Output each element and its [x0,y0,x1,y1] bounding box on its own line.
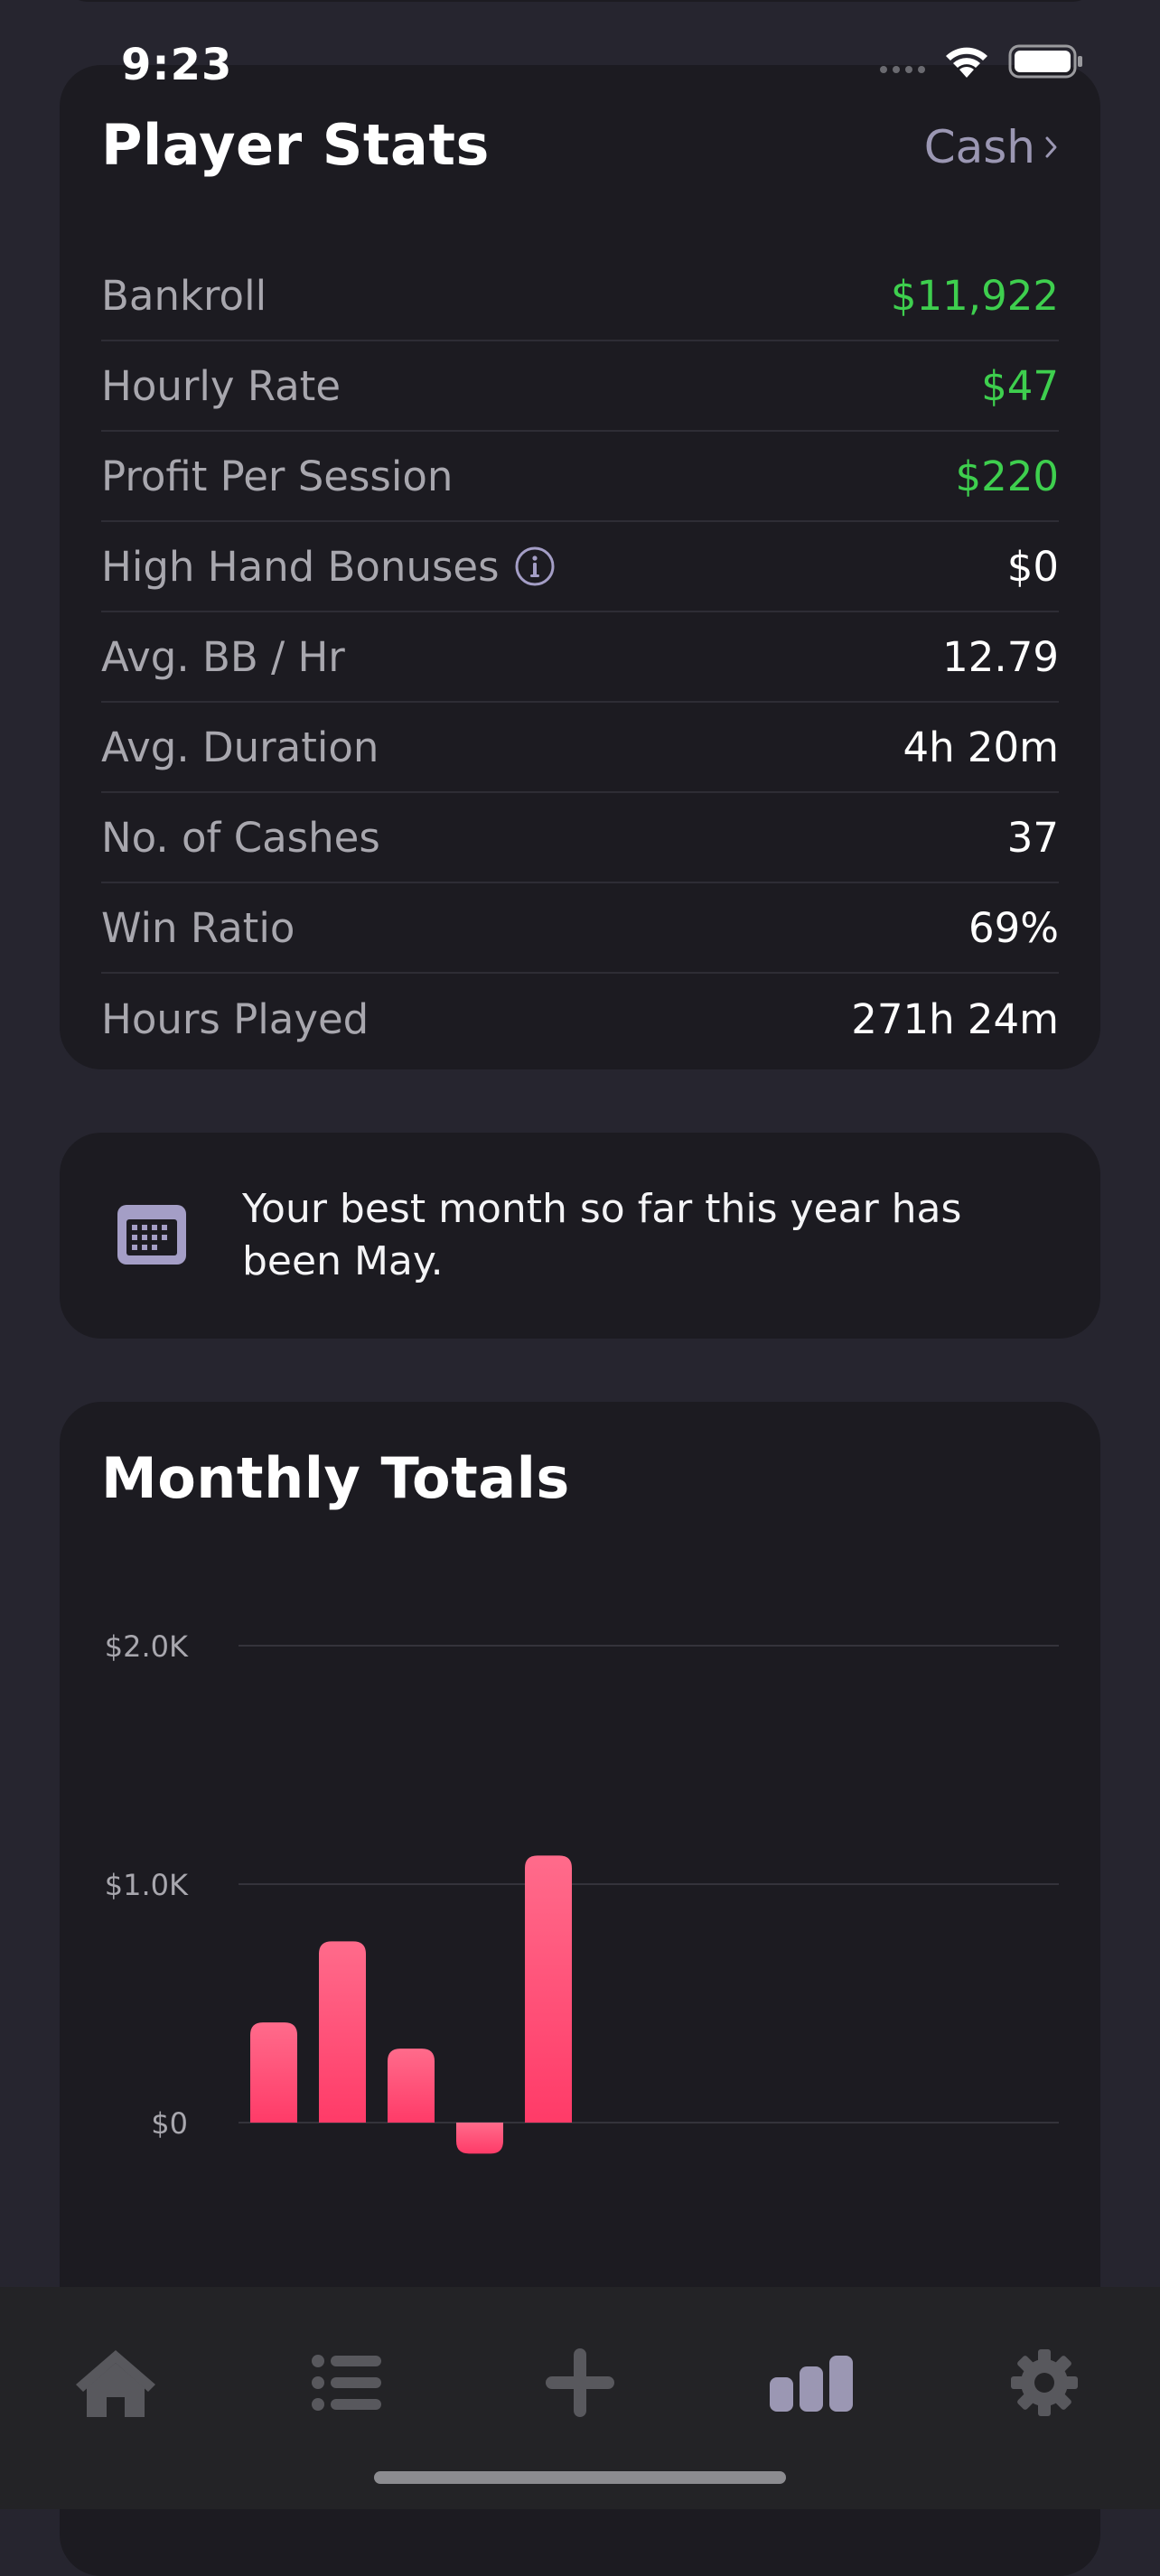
stat-label-wrap: Avg. BB / Hr [101,633,345,681]
stat-label: High Hand Bonuses [101,542,500,591]
stat-row: Win Ratio 69% [101,883,1059,974]
stat-row: Profit Per Session $220 [101,432,1059,522]
stat-value: 271h 24m [851,994,1059,1043]
chart-bar[interactable] [388,2049,435,2123]
stat-value: $220 [955,452,1059,500]
status-bar: 9:23 [0,0,1160,126]
status-time: 9:23 [121,40,233,90]
stat-label-wrap: Hourly Rate [101,362,341,410]
gear-icon [1011,2349,1078,2416]
stat-label: Bankroll [101,271,267,320]
chart-bar[interactable] [319,1941,366,2123]
wifi-icon [946,47,987,78]
stat-label-wrap: Profit Per Session [101,453,453,500]
chevron-right-icon [1045,136,1057,158]
y-tick-label: $1.0K [105,1868,189,1902]
stat-value: $47 [981,361,1059,410]
info-icon[interactable] [514,546,556,587]
plus-icon [546,2348,614,2417]
tab-sessions[interactable] [293,2338,401,2428]
stat-row: No. of Cashes 37 [101,793,1059,883]
stats-list: Bankroll $11,922 Hourly Rate $47 Profit Per … [101,251,1059,1064]
stat-value: 69% [968,903,1059,952]
stat-label: Avg. BB / Hr [101,632,345,681]
stat-row: Hourly Rate $47 [101,341,1059,432]
tab-home[interactable] [61,2338,170,2428]
stat-label: Avg. Duration [101,723,379,771]
home-indicator [374,2471,786,2484]
status-icons [880,43,1084,79]
stat-label: Hourly Rate [101,361,341,410]
tab-settings[interactable] [990,2338,1099,2428]
mode-selector-link[interactable]: Cash [924,121,1059,173]
stat-value: 37 [1006,813,1059,862]
y-tick-label: $0 [151,2106,188,2141]
stat-label: No. of Cashes [101,813,380,862]
stat-label-wrap: Win Ratio [101,904,295,952]
stat-value: $0 [1006,542,1059,591]
tab-add-session[interactable] [526,2338,634,2428]
stat-row: Avg. Duration 4h 20m [101,703,1059,793]
player-stats-card: Player Stats Cash Bankroll $11,922 Hourly … [60,65,1100,1069]
cellular-signal-icon [880,46,925,77]
stat-label-wrap: Avg. Duration [101,723,379,771]
stat-label-wrap: Bankroll [101,272,267,320]
tab-metrics[interactable] [757,2338,865,2428]
stat-value: $11,922 [890,271,1059,320]
stat-value: 4h 20m [903,723,1059,771]
stat-label: Hours Played [101,994,370,1043]
bar-chart-icon [770,2356,853,2412]
best-month-text: Your best month so far this year has bee… [242,1186,962,1284]
stat-row: High Hand Bonuses $0 [101,522,1059,612]
battery-icon [1008,44,1082,79]
stat-row: Avg. BB / Hr 12.79 [101,612,1059,703]
list-icon [312,2355,381,2411]
stat-row: Hours Played 271h 24m [101,974,1059,1064]
stat-row: Bankroll $11,922 [101,251,1059,341]
mode-selector-label: Cash [923,121,1035,173]
stat-label-wrap: High Hand Bonuses [101,543,556,591]
stat-label: Win Ratio [101,903,295,952]
chart-bar[interactable] [250,2022,297,2123]
home-icon [76,2350,155,2417]
calendar-icon [117,1205,186,1265]
stat-label-wrap: Hours Played [101,995,369,1043]
stat-label-wrap: No. of Cashes [101,814,380,862]
chart-bar[interactable] [456,2123,503,2154]
y-tick-label: $2.0K [105,1629,189,1664]
stat-label: Profit Per Session [101,452,454,500]
chart-bar[interactable] [525,1855,572,2123]
best-month-card: Your best month so far this year has bee… [60,1133,1100,1339]
stat-value: 12.79 [942,632,1059,681]
